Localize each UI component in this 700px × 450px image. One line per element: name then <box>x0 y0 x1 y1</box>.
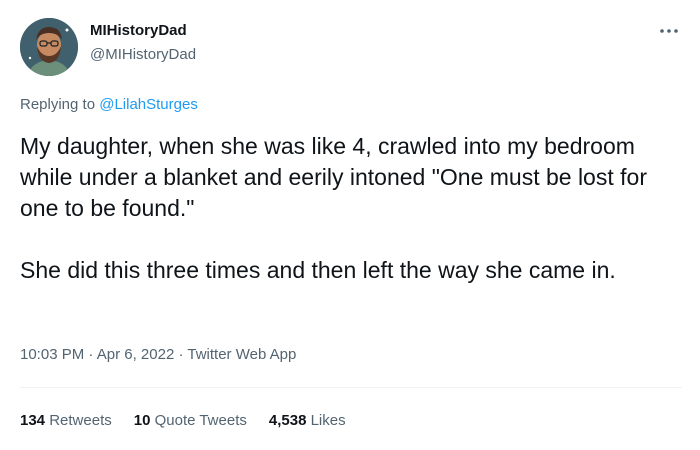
quote-tweets-stat[interactable]: 10 Quote Tweets <box>134 412 247 429</box>
author-display-name[interactable]: MIHistoryDad <box>90 22 187 39</box>
retweets-stat[interactable]: 134 Retweets <box>20 412 112 429</box>
tweet-paragraph: My daughter, when she was like 4, crawle… <box>20 133 647 221</box>
tweet-time-link[interactable]: 10:03 PM <box>20 346 84 363</box>
retweets-count: 134 <box>20 412 46 429</box>
author-handle[interactable]: @MIHistoryDad <box>90 46 196 63</box>
likes-label: Likes <box>310 412 346 429</box>
ellipsis-icon <box>660 29 678 33</box>
quote-tweets-count: 10 <box>133 412 151 429</box>
more-options-button[interactable] <box>656 20 682 42</box>
likes-stat[interactable]: 4,538 Likes <box>269 412 346 429</box>
replying-to-line: Replying to @LilahSturges <box>20 96 198 113</box>
engagement-stats: 134 Retweets 10 Quote Tweets 4,538 Likes <box>20 412 346 429</box>
replying-to-prefix: Replying to <box>20 96 100 113</box>
tweet-paragraph: She did this three times and then left t… <box>20 257 616 283</box>
tweet-date-link[interactable]: Apr 6, 2022 <box>97 346 175 363</box>
bearded-man-avatar-icon <box>20 18 78 76</box>
tweet-body: My daughter, when she was like 4, crawle… <box>20 131 680 286</box>
replying-to-handle-link[interactable]: @LilahSturges <box>99 96 198 113</box>
likes-count: 4,538 <box>268 412 307 429</box>
retweets-label: Retweets <box>49 412 112 429</box>
divider <box>20 387 682 388</box>
meta-separator: · <box>88 346 94 363</box>
tweet-meta: 10:03 PM · Apr 6, 2022 · Twitter Web App <box>20 346 296 363</box>
quote-tweets-label: Quote Tweets <box>154 412 247 429</box>
meta-separator: · <box>178 346 184 363</box>
tweet-source: Twitter Web App <box>187 346 297 363</box>
author-avatar[interactable] <box>20 18 78 76</box>
